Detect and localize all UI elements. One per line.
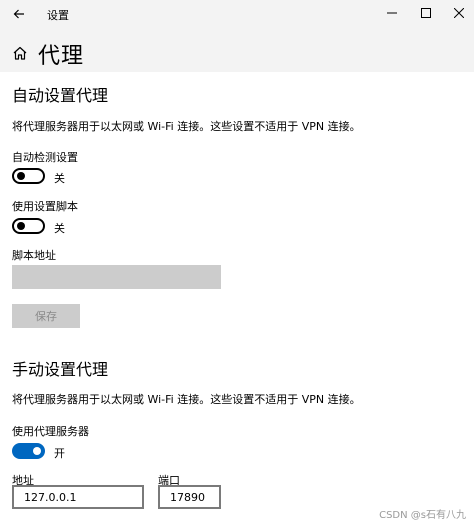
script-address-input[interactable]: [12, 265, 221, 289]
toggle-knob: [17, 172, 25, 180]
auto-proxy-section-title: 自动设置代理: [12, 86, 109, 105]
minimize-button[interactable]: [380, 3, 404, 23]
home-icon[interactable]: [12, 45, 28, 61]
use-proxy-toggle[interactable]: [12, 443, 45, 459]
maximize-button[interactable]: [414, 3, 438, 23]
close-button[interactable]: [447, 3, 471, 23]
auto-detect-toggle[interactable]: [12, 168, 45, 184]
manual-proxy-description: 将代理服务器用于以太网或 Wi-Fi 连接。这些设置不适用于 VPN 连接。: [12, 393, 361, 406]
settings-content: 自动设置代理 将代理服务器用于以太网或 Wi-Fi 连接。这些设置不适用于 VP…: [0, 72, 474, 524]
manual-proxy-section-title: 手动设置代理: [12, 360, 109, 379]
back-button[interactable]: [8, 3, 30, 25]
use-script-state: 关: [54, 222, 65, 235]
auto-detect-state: 关: [54, 172, 65, 185]
minimize-icon: [387, 12, 397, 14]
back-arrow-icon: [13, 9, 24, 19]
use-proxy-state: 开: [54, 447, 65, 460]
toggle-knob: [33, 447, 41, 455]
watermark: CSDN @s石有八九: [379, 510, 466, 521]
app-title: 设置: [47, 9, 69, 22]
use-script-toggle[interactable]: [12, 218, 45, 234]
toggle-knob: [17, 222, 25, 230]
maximize-icon: [421, 8, 431, 18]
save-button[interactable]: 保存: [12, 304, 80, 328]
page-title: 代理: [38, 44, 85, 69]
address-field[interactable]: 127.0.0.1: [12, 485, 144, 509]
port-field[interactable]: 17890: [158, 485, 221, 509]
page-header: 代理: [0, 28, 474, 72]
script-address-label: 脚本地址: [12, 249, 56, 262]
use-script-label: 使用设置脚本: [12, 200, 78, 213]
auto-proxy-description: 将代理服务器用于以太网或 Wi-Fi 连接。这些设置不适用于 VPN 连接。: [12, 120, 361, 133]
title-bar: 设置: [0, 0, 474, 28]
auto-detect-label: 自动检测设置: [12, 151, 78, 164]
use-proxy-label: 使用代理服务器: [12, 425, 89, 438]
close-icon: [454, 8, 464, 18]
